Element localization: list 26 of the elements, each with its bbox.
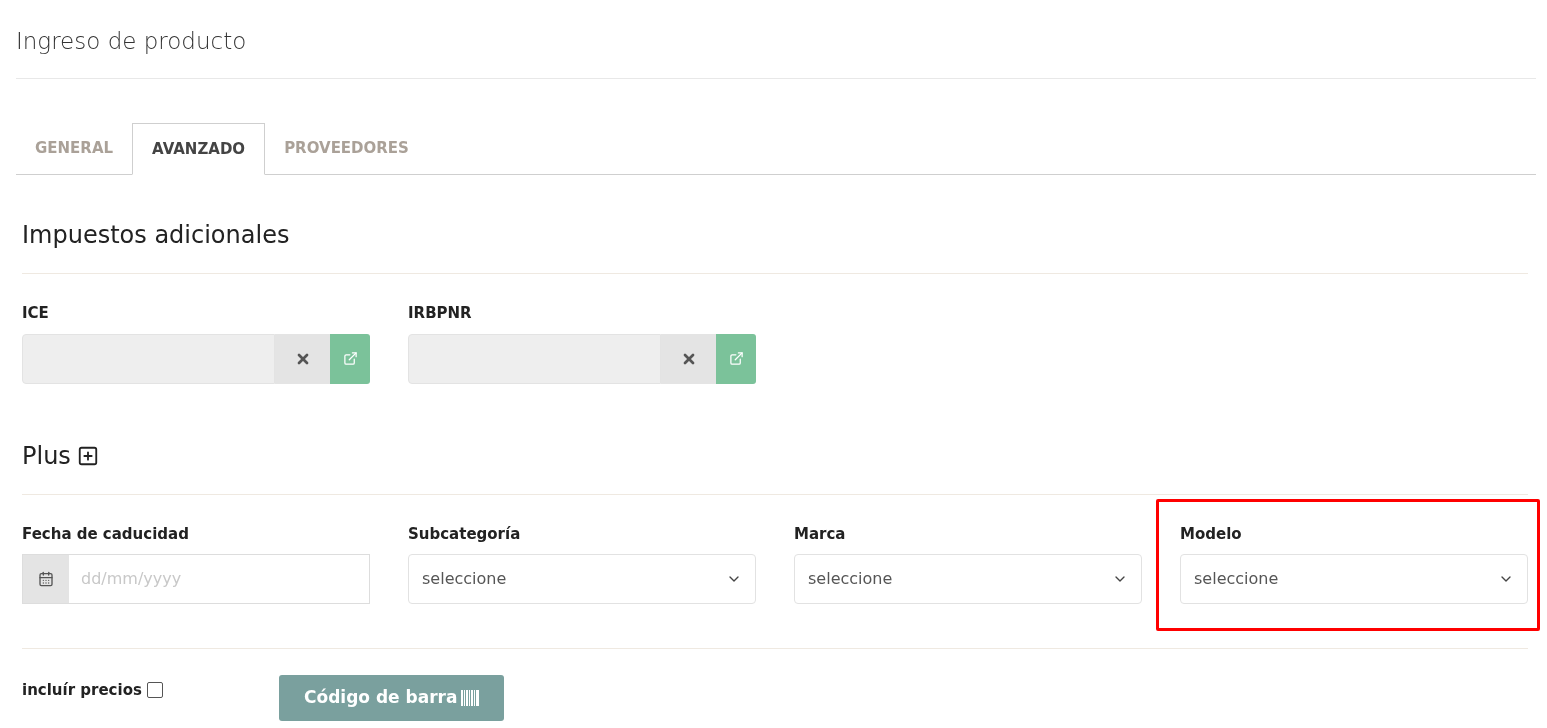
barcode-icon: [461, 690, 480, 706]
tab[interactable]: AVANZADO: [132, 123, 266, 175]
field-label: Marca: [794, 523, 847, 545]
section-heading: Impuestos adicionales: [22, 220, 290, 251]
field-label: Fecha de caducidad: [22, 523, 190, 545]
field-label: Modelo: [1180, 523, 1243, 545]
checkbox[interactable]: [146, 682, 163, 699]
external-link-icon: [728, 351, 744, 366]
select-field[interactable]: seleccione: [794, 554, 1142, 604]
field-label: ICE: [22, 303, 50, 324]
input-field[interactable]: [408, 333, 661, 384]
page-title: Ingreso de producto: [16, 27, 248, 56]
external-link-icon: [342, 351, 358, 366]
checkbox-label: incluír precios: [22, 680, 142, 701]
calendar-icon: [38, 571, 54, 587]
select-field[interactable]: seleccione: [1180, 554, 1528, 604]
clear-button[interactable]: [661, 333, 716, 384]
field-label: IRBPNR: [408, 303, 473, 324]
open-link-button[interactable]: [330, 333, 370, 384]
open-link-button[interactable]: [716, 333, 756, 384]
section-heading: Plus: [22, 440, 71, 472]
input-field[interactable]: [22, 333, 275, 384]
field-label: Subcategoría: [408, 523, 522, 545]
select-field[interactable]: seleccione: [408, 554, 756, 604]
clear-button[interactable]: [275, 333, 330, 384]
expand-icon[interactable]: [76, 444, 99, 467]
